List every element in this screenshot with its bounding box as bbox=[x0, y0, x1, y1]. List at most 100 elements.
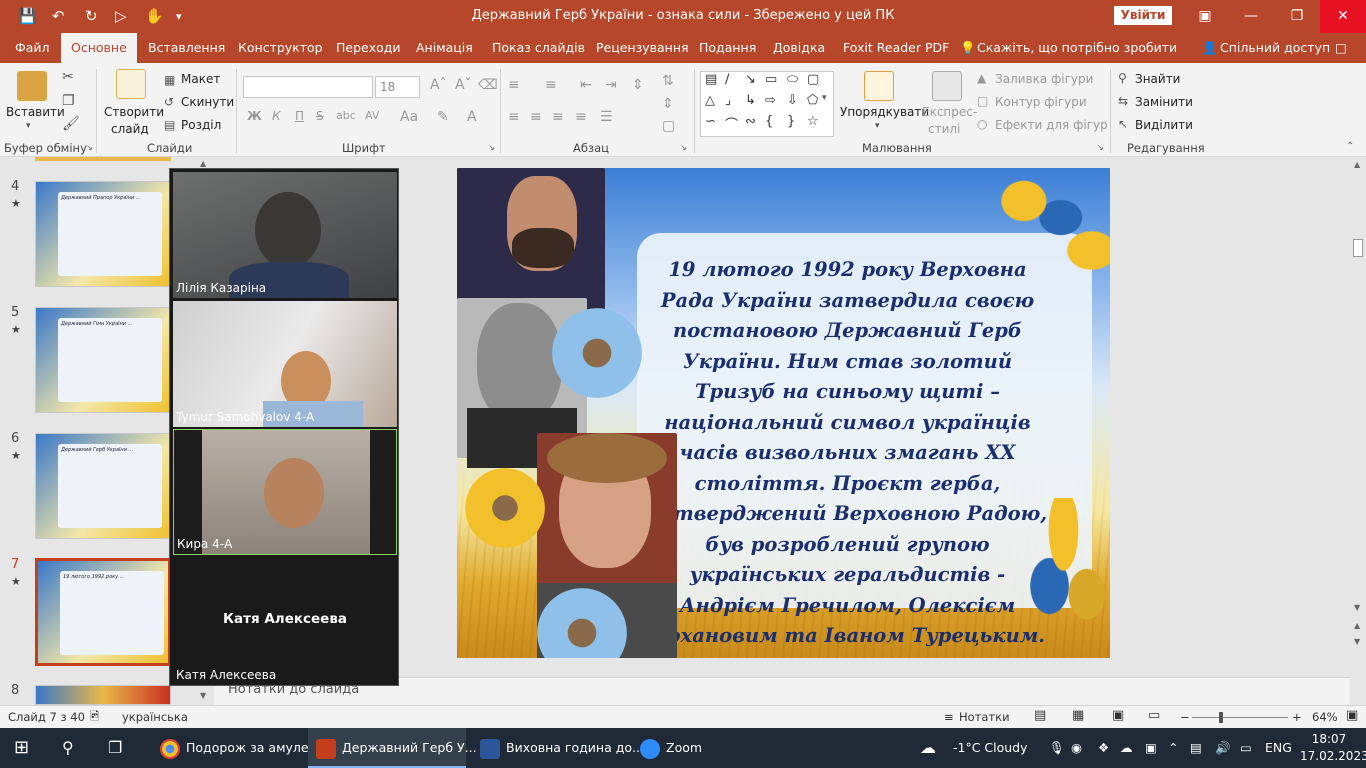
quick-styles-button-line2[interactable]: стилі bbox=[928, 122, 960, 136]
oval-shape-icon[interactable]: ⬭ bbox=[787, 72, 798, 87]
text-box-shape-icon[interactable]: ▤ bbox=[705, 72, 717, 87]
shadow-icon[interactable]: abc bbox=[336, 109, 356, 122]
portrait-1[interactable] bbox=[457, 168, 605, 318]
left-brace-shape-icon[interactable]: { bbox=[765, 114, 773, 129]
taskbar-app-powerpoint[interactable]: Державний Герб У... bbox=[308, 728, 477, 768]
clear-format-icon[interactable]: ⌫ bbox=[478, 77, 498, 93]
tell-me-search[interactable]: Скажіть, що потрібно зробити bbox=[975, 33, 1179, 63]
bold-button[interactable]: Ж bbox=[247, 109, 262, 123]
clipboard-launcher-icon[interactable]: ↘ bbox=[86, 143, 93, 152]
triangle-shape-icon[interactable]: △ bbox=[705, 93, 715, 108]
input-language[interactable]: ENG bbox=[1265, 728, 1292, 768]
zoom-video-panel[interactable]: Лілія Казаріна Tymur Samohvalov 4-A Кира… bbox=[169, 168, 399, 686]
editor-scrollbar[interactable]: ▲ ▼ ▲ ▼ bbox=[1350, 157, 1366, 677]
arrange-button[interactable]: Упорядкувати bbox=[840, 105, 929, 119]
scroll-up-icon[interactable]: ▲ bbox=[200, 159, 206, 168]
slide-3-thumb-edge[interactable] bbox=[35, 157, 171, 161]
slide-thumb-8[interactable] bbox=[35, 685, 171, 705]
cut-icon[interactable]: ✂ bbox=[62, 69, 74, 85]
paste-button[interactable]: Вставити bbox=[6, 105, 65, 119]
language-indicator[interactable]: українська bbox=[122, 710, 188, 724]
justify-icon[interactable]: ≡ bbox=[575, 109, 587, 125]
find-button[interactable]: Знайти bbox=[1135, 72, 1180, 86]
volume-icon[interactable]: 🔊 bbox=[1215, 728, 1231, 768]
task-view-icon[interactable]: ❐ bbox=[108, 728, 122, 768]
shrink-font-icon[interactable]: Aˇ bbox=[455, 77, 472, 93]
slide-sorter-icon[interactable]: ▦ bbox=[1072, 708, 1084, 723]
paste-dropdown-icon[interactable]: ▾ bbox=[26, 121, 31, 131]
line-shape-icon[interactable]: ∕ bbox=[725, 72, 729, 87]
align-left-icon[interactable]: ≡ bbox=[508, 109, 520, 125]
select-button[interactable]: Виділити bbox=[1135, 118, 1193, 132]
replace-button[interactable]: Замінити bbox=[1135, 95, 1193, 109]
font-size-combo[interactable]: 18 bbox=[375, 76, 420, 98]
slide-body-text[interactable]: 19 лютого 1992 року Верховна Рада Україн… bbox=[640, 255, 1055, 652]
network-icon[interactable]: ▤ bbox=[1190, 728, 1202, 768]
tray-icon[interactable]: ❖ bbox=[1098, 728, 1109, 768]
scroll-thumb[interactable] bbox=[1353, 239, 1363, 257]
zoom-out-icon[interactable]: − bbox=[1180, 710, 1190, 724]
participant-video-3[interactable]: Кира 4-А bbox=[173, 429, 397, 555]
participant-video-2[interactable]: Tymur Samohvalov 4-A bbox=[173, 301, 397, 427]
highlight-icon[interactable]: ✎ bbox=[437, 109, 449, 125]
elbow-connector-icon[interactable]: ⌟ bbox=[725, 93, 731, 108]
participant-video-4[interactable]: Катя Алексеева Катя Алексеева bbox=[173, 559, 397, 685]
tab-foxit[interactable]: Foxit Reader PDF bbox=[841, 33, 951, 63]
slide-counter[interactable]: Слайд 7 з 40 bbox=[8, 710, 85, 724]
tab-view[interactable]: Подання bbox=[697, 33, 758, 63]
arc-shape-icon[interactable]: ⌒ bbox=[725, 114, 738, 133]
rectangle-shape-icon[interactable]: ▭ bbox=[765, 72, 777, 87]
smartart-icon[interactable]: ▢ bbox=[662, 118, 675, 134]
section-button[interactable]: Розділ bbox=[181, 118, 221, 132]
new-slide-icon[interactable] bbox=[116, 69, 146, 99]
shape-outline-button[interactable]: Контур фігури bbox=[995, 95, 1087, 109]
notes-button[interactable]: Нотатки bbox=[959, 710, 1010, 724]
grow-font-icon[interactable]: Aˆ bbox=[430, 77, 447, 93]
tab-help[interactable]: Довідка bbox=[771, 33, 827, 63]
reading-view-icon[interactable]: ▣ bbox=[1112, 708, 1124, 723]
curved-connector-icon[interactable]: ↳ bbox=[745, 93, 756, 108]
shape-fill-button[interactable]: Заливка фігури bbox=[995, 72, 1093, 86]
prev-slide-icon[interactable]: ▲ bbox=[1354, 621, 1360, 630]
bullets-icon[interactable]: ≡ bbox=[508, 77, 520, 93]
zoom-slider-track[interactable] bbox=[1192, 717, 1288, 718]
current-slide[interactable]: 19 лютого 1992 року Верховна Рада Україн… bbox=[457, 168, 1110, 658]
tab-animations[interactable]: Анімація bbox=[414, 33, 475, 63]
drawing-launcher-icon[interactable]: ↘ bbox=[1097, 143, 1104, 152]
tab-design[interactable]: Конструктор bbox=[236, 33, 325, 63]
arrange-icon[interactable] bbox=[864, 71, 894, 101]
normal-view-icon[interactable]: ▤ bbox=[1034, 708, 1046, 723]
align-right-icon[interactable]: ≡ bbox=[552, 109, 564, 125]
change-case-icon[interactable]: Aa bbox=[400, 109, 418, 125]
zoom-tray-icon[interactable]: ◉ bbox=[1071, 728, 1082, 768]
microphone-icon[interactable]: 🎙 bbox=[1049, 728, 1065, 768]
zoom-in-icon[interactable]: + bbox=[1292, 710, 1302, 724]
shapes-more-icon[interactable]: ▾ bbox=[822, 93, 827, 103]
underline-button[interactable]: П bbox=[295, 109, 304, 123]
star-shape-icon[interactable]: ☆ bbox=[807, 114, 819, 129]
tab-insert[interactable]: Вставлення bbox=[146, 33, 227, 63]
next-slide-icon[interactable]: ▼ bbox=[1354, 637, 1360, 646]
font-name-combo[interactable] bbox=[243, 76, 373, 98]
close-button[interactable]: ✕ bbox=[1320, 0, 1366, 33]
italic-button[interactable]: К bbox=[272, 109, 281, 123]
align-text-icon[interactable]: ⇕ bbox=[662, 96, 674, 112]
copy-icon[interactable]: ❐ bbox=[62, 93, 75, 109]
tab-transitions[interactable]: Переходи bbox=[334, 33, 403, 63]
layout-button[interactable]: Макет bbox=[181, 72, 220, 86]
participant-video-1[interactable]: Лілія Казаріна bbox=[173, 172, 397, 298]
new-slide-button[interactable]: Створити bbox=[104, 105, 164, 119]
increase-indent-icon[interactable]: ⇥ bbox=[605, 77, 617, 93]
arrow-line-shape-icon[interactable]: ↘ bbox=[745, 72, 756, 87]
maximize-button[interactable]: ❐ bbox=[1274, 0, 1320, 33]
curve-shape-icon[interactable]: ∾ bbox=[745, 114, 756, 129]
slideshow-view-icon[interactable]: ▭ bbox=[1148, 708, 1160, 723]
paragraph-launcher-icon[interactable]: ↘ bbox=[680, 143, 687, 152]
format-painter-icon[interactable]: 🖌 bbox=[62, 116, 80, 132]
paste-icon[interactable] bbox=[17, 71, 47, 101]
zoom-level[interactable]: 64% bbox=[1312, 710, 1338, 724]
share-button[interactable]: Спільний доступ bbox=[1218, 33, 1332, 63]
spacing-icon[interactable]: AV bbox=[365, 109, 379, 122]
scroll-down-icon[interactable]: ▼ bbox=[1354, 603, 1360, 612]
down-arrow-shape-icon[interactable]: ⇩ bbox=[787, 93, 798, 108]
